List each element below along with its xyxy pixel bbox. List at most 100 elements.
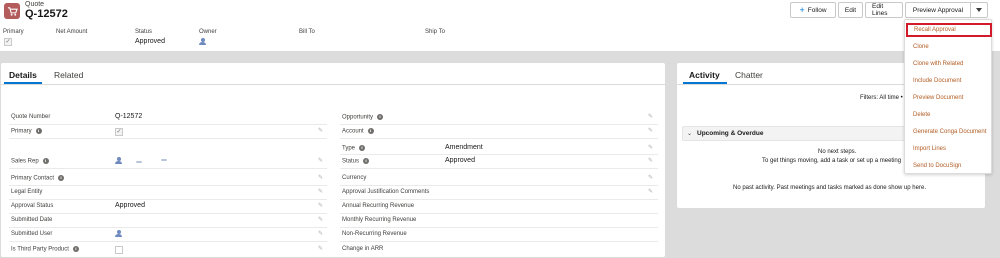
tab-active-indicator [4, 82, 42, 84]
divider [9, 199, 327, 200]
sales-rep-label: Sales Rep i [11, 158, 49, 165]
tab-chatter[interactable]: Chatter [735, 70, 763, 80]
action-bar: + Follow Edit Edit Lines Preview Approva… [790, 2, 990, 18]
user-icon [115, 230, 122, 237]
divider [340, 168, 658, 169]
type-value: Amendment [445, 144, 483, 151]
mrr-label: Monthly Recurring Revenue [342, 217, 417, 223]
opportunity-label: Opportunity i [342, 114, 384, 121]
checkbox-empty-icon [115, 246, 123, 254]
owner-label: Owner [199, 29, 217, 35]
menu-item-include-document[interactable]: Include Document [905, 74, 993, 88]
approval-status-value: Approved [115, 202, 145, 209]
pencil-icon[interactable]: ✎ [318, 246, 324, 252]
change-arr-label: Change in ARR [342, 246, 384, 252]
primary-contact-label: Primary Contact i [11, 175, 65, 182]
pencil-icon[interactable]: ✎ [318, 175, 324, 181]
pencil-icon[interactable]: ✎ [318, 231, 324, 237]
pencil-icon[interactable]: ✎ [318, 217, 324, 223]
upcoming-overdue-title: Upcoming & Overdue [697, 130, 764, 137]
info-icon: i [72, 246, 79, 252]
chevron-down-icon: ⌄ [687, 131, 693, 137]
info-icon: i [42, 158, 49, 164]
follow-button[interactable]: + Follow [790, 2, 836, 18]
divider [9, 241, 327, 242]
divider [9, 213, 327, 214]
details-card: Details Related Quote Number Q-12572 Pri… [0, 62, 666, 258]
net-amount-label: Net Amount [56, 29, 88, 35]
primary-field-label: Primary i [11, 128, 42, 135]
upcoming-overdue-section[interactable]: ⌄ Upcoming & Overdue [682, 126, 909, 141]
divider [9, 138, 327, 139]
pencil-icon[interactable]: ✎ [318, 189, 324, 195]
third-party-checkbox[interactable] [115, 246, 123, 256]
status-field-value: Approved [445, 157, 475, 164]
redacted-text [161, 159, 167, 161]
divider [9, 227, 327, 228]
pencil-icon[interactable]: ✎ [648, 145, 654, 151]
menu-item-preview-document[interactable]: Preview Document [905, 91, 993, 105]
tab-related[interactable]: Related [54, 70, 83, 80]
follow-label: Follow [807, 6, 827, 14]
submitted-user-value[interactable] [115, 230, 122, 239]
user-icon [115, 157, 122, 164]
pencil-icon[interactable]: ✎ [648, 175, 654, 181]
activity-filters[interactable]: Filters: All time • [860, 95, 903, 101]
no-next-steps-text: No next steps. [818, 149, 857, 155]
tab-activity[interactable]: Activity [689, 70, 720, 80]
third-party-label: Is Third Party Product i [11, 246, 79, 253]
divider [340, 213, 658, 214]
approval-justification-label: Approval Justification Comments [342, 189, 430, 195]
menu-item-generate-conga-document[interactable]: Generate Conga Document [905, 125, 993, 139]
edit-lines-button[interactable]: Edit Lines [865, 2, 903, 18]
account-label: Account i [342, 128, 374, 135]
divider [340, 154, 658, 155]
divider [340, 124, 658, 125]
info-icon: i [58, 175, 65, 181]
preview-approval-button[interactable]: Preview Approval [905, 2, 970, 18]
pencil-icon[interactable]: ✎ [318, 158, 324, 164]
divider [9, 124, 327, 125]
details-tab-bar: Details Related [1, 63, 665, 85]
arr-label: Annual Recurring Revenue [342, 203, 415, 209]
approval-status-label: Approval Status [11, 203, 54, 209]
status-field-label: Status i [342, 158, 370, 165]
pencil-icon[interactable]: ✎ [318, 128, 324, 134]
menu-item-send-to-docusign[interactable]: Send to DocuSign [905, 159, 993, 173]
redacted-text [136, 161, 142, 163]
menu-item-recall-approval[interactable]: Recall Approval [906, 23, 992, 37]
menu-item-clone-with-related[interactable]: Clone with Related [905, 57, 993, 71]
actions-dropdown-menu: Recall Approval Clone Clone with Related… [904, 19, 992, 174]
info-icon: i [367, 128, 374, 134]
submitted-date-label: Submitted Date [11, 217, 53, 223]
menu-item-clone[interactable]: Clone [905, 40, 993, 54]
sales-rep-value[interactable] [115, 157, 122, 166]
edit-button[interactable]: Edit [838, 2, 863, 18]
divider [340, 185, 658, 186]
pencil-icon[interactable]: ✎ [318, 203, 324, 209]
more-actions-button[interactable] [970, 2, 988, 18]
divider [340, 138, 658, 139]
info-icon: i [359, 145, 366, 151]
pencil-icon[interactable]: ✎ [648, 189, 654, 195]
divider [340, 227, 658, 228]
tab-details[interactable]: Details [9, 70, 37, 80]
primary-highlight-checkbox: ✓ [4, 38, 12, 46]
pencil-icon[interactable]: ✎ [648, 158, 654, 164]
tab-active-indicator [683, 82, 727, 84]
no-past-activity-text: No past activity. Past meetings and task… [733, 185, 926, 191]
divider [9, 168, 327, 169]
submitted-user-label: Submitted User [11, 231, 53, 237]
pencil-icon[interactable]: ✎ [648, 128, 654, 134]
record-title: Q-12572 [25, 8, 68, 20]
menu-item-delete[interactable]: Delete [905, 108, 993, 122]
owner-avatar[interactable] [199, 38, 206, 47]
object-type-label: Quote [25, 1, 45, 8]
menu-item-import-lines[interactable]: Import Lines [905, 142, 993, 156]
chevron-down-icon [976, 8, 982, 12]
nrr-label: Non-Recurring Revenue [342, 231, 407, 237]
divider [9, 185, 327, 186]
primary-highlight-label: Primary [3, 29, 24, 35]
pencil-icon[interactable]: ✎ [648, 114, 654, 120]
plus-icon: + [799, 4, 805, 15]
